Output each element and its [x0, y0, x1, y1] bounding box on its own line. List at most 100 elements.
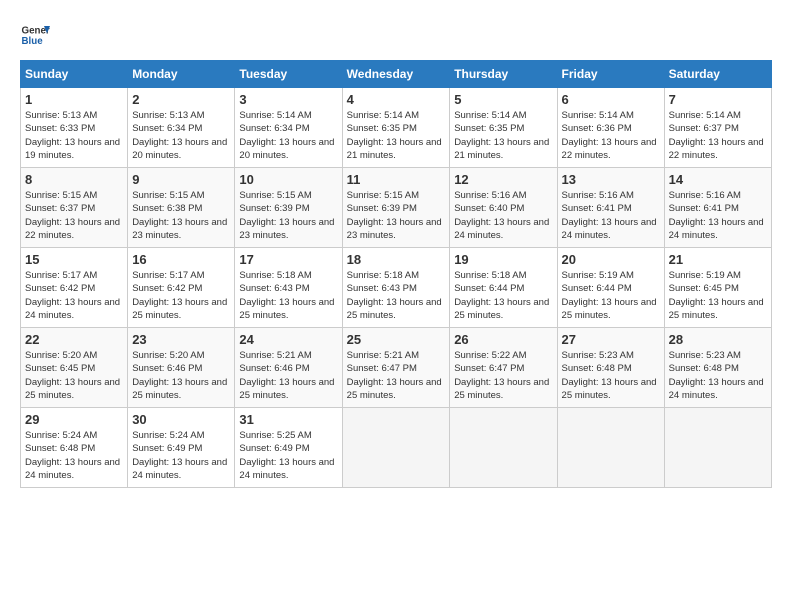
calendar-cell: 31 Sunrise: 5:25 AMSunset: 6:49 PMDaylig… — [235, 408, 342, 488]
calendar-cell: 1 Sunrise: 5:13 AMSunset: 6:33 PMDayligh… — [21, 88, 128, 168]
calendar-week-5: 29 Sunrise: 5:24 AMSunset: 6:48 PMDaylig… — [21, 408, 772, 488]
calendar-week-2: 8 Sunrise: 5:15 AMSunset: 6:37 PMDayligh… — [21, 168, 772, 248]
calendar-cell: 22 Sunrise: 5:20 AMSunset: 6:45 PMDaylig… — [21, 328, 128, 408]
day-info: Sunrise: 5:13 AMSunset: 6:33 PMDaylight:… — [25, 110, 120, 161]
calendar-table: SundayMondayTuesdayWednesdayThursdayFrid… — [20, 60, 772, 488]
day-number: 15 — [25, 252, 123, 267]
day-info: Sunrise: 5:18 AMSunset: 6:43 PMDaylight:… — [347, 270, 442, 321]
calendar-week-4: 22 Sunrise: 5:20 AMSunset: 6:45 PMDaylig… — [21, 328, 772, 408]
day-number: 18 — [347, 252, 446, 267]
day-info: Sunrise: 5:16 AMSunset: 6:40 PMDaylight:… — [454, 190, 549, 241]
day-number: 30 — [132, 412, 230, 427]
calendar-cell: 4 Sunrise: 5:14 AMSunset: 6:35 PMDayligh… — [342, 88, 450, 168]
day-info: Sunrise: 5:25 AMSunset: 6:49 PMDaylight:… — [239, 430, 334, 481]
calendar-cell: 19 Sunrise: 5:18 AMSunset: 6:44 PMDaylig… — [450, 248, 557, 328]
day-number: 16 — [132, 252, 230, 267]
calendar-cell: 29 Sunrise: 5:24 AMSunset: 6:48 PMDaylig… — [21, 408, 128, 488]
logo-icon: General Blue — [20, 20, 50, 50]
calendar-cell: 26 Sunrise: 5:22 AMSunset: 6:47 PMDaylig… — [450, 328, 557, 408]
calendar-cell: 6 Sunrise: 5:14 AMSunset: 6:36 PMDayligh… — [557, 88, 664, 168]
day-number: 28 — [669, 332, 767, 347]
day-number: 22 — [25, 332, 123, 347]
calendar-cell: 12 Sunrise: 5:16 AMSunset: 6:40 PMDaylig… — [450, 168, 557, 248]
day-number: 9 — [132, 172, 230, 187]
day-number: 5 — [454, 92, 552, 107]
calendar-cell: 20 Sunrise: 5:19 AMSunset: 6:44 PMDaylig… — [557, 248, 664, 328]
calendar-cell: 23 Sunrise: 5:20 AMSunset: 6:46 PMDaylig… — [128, 328, 235, 408]
day-info: Sunrise: 5:24 AMSunset: 6:48 PMDaylight:… — [25, 430, 120, 481]
weekday-header-friday: Friday — [557, 61, 664, 88]
calendar-cell: 25 Sunrise: 5:21 AMSunset: 6:47 PMDaylig… — [342, 328, 450, 408]
day-number: 25 — [347, 332, 446, 347]
day-number: 4 — [347, 92, 446, 107]
day-number: 24 — [239, 332, 337, 347]
day-info: Sunrise: 5:15 AMSunset: 6:37 PMDaylight:… — [25, 190, 120, 241]
day-number: 31 — [239, 412, 337, 427]
day-info: Sunrise: 5:13 AMSunset: 6:34 PMDaylight:… — [132, 110, 227, 161]
calendar-cell: 7 Sunrise: 5:14 AMSunset: 6:37 PMDayligh… — [664, 88, 771, 168]
day-info: Sunrise: 5:19 AMSunset: 6:45 PMDaylight:… — [669, 270, 764, 321]
svg-text:Blue: Blue — [22, 36, 44, 47]
calendar-cell: 3 Sunrise: 5:14 AMSunset: 6:34 PMDayligh… — [235, 88, 342, 168]
day-info: Sunrise: 5:16 AMSunset: 6:41 PMDaylight:… — [669, 190, 764, 241]
weekday-header-saturday: Saturday — [664, 61, 771, 88]
calendar-cell: 24 Sunrise: 5:21 AMSunset: 6:46 PMDaylig… — [235, 328, 342, 408]
day-number: 27 — [562, 332, 660, 347]
calendar-cell: 10 Sunrise: 5:15 AMSunset: 6:39 PMDaylig… — [235, 168, 342, 248]
day-info: Sunrise: 5:18 AMSunset: 6:43 PMDaylight:… — [239, 270, 334, 321]
day-info: Sunrise: 5:19 AMSunset: 6:44 PMDaylight:… — [562, 270, 657, 321]
weekday-header-sunday: Sunday — [21, 61, 128, 88]
day-number: 10 — [239, 172, 337, 187]
day-info: Sunrise: 5:15 AMSunset: 6:39 PMDaylight:… — [239, 190, 334, 241]
day-number: 26 — [454, 332, 552, 347]
day-number: 8 — [25, 172, 123, 187]
day-info: Sunrise: 5:20 AMSunset: 6:46 PMDaylight:… — [132, 350, 227, 401]
calendar-cell: 2 Sunrise: 5:13 AMSunset: 6:34 PMDayligh… — [128, 88, 235, 168]
day-number: 17 — [239, 252, 337, 267]
day-info: Sunrise: 5:14 AMSunset: 6:36 PMDaylight:… — [562, 110, 657, 161]
day-info: Sunrise: 5:15 AMSunset: 6:38 PMDaylight:… — [132, 190, 227, 241]
day-info: Sunrise: 5:17 AMSunset: 6:42 PMDaylight:… — [25, 270, 120, 321]
header: General Blue — [20, 20, 772, 50]
day-info: Sunrise: 5:14 AMSunset: 6:35 PMDaylight:… — [454, 110, 549, 161]
day-info: Sunrise: 5:15 AMSunset: 6:39 PMDaylight:… — [347, 190, 442, 241]
day-number: 14 — [669, 172, 767, 187]
calendar-cell — [557, 408, 664, 488]
weekday-header-wednesday: Wednesday — [342, 61, 450, 88]
day-number: 29 — [25, 412, 123, 427]
calendar-cell: 14 Sunrise: 5:16 AMSunset: 6:41 PMDaylig… — [664, 168, 771, 248]
calendar-cell — [664, 408, 771, 488]
calendar-cell: 11 Sunrise: 5:15 AMSunset: 6:39 PMDaylig… — [342, 168, 450, 248]
calendar-cell: 16 Sunrise: 5:17 AMSunset: 6:42 PMDaylig… — [128, 248, 235, 328]
day-number: 7 — [669, 92, 767, 107]
day-info: Sunrise: 5:16 AMSunset: 6:41 PMDaylight:… — [562, 190, 657, 241]
calendar-cell: 5 Sunrise: 5:14 AMSunset: 6:35 PMDayligh… — [450, 88, 557, 168]
calendar-cell: 8 Sunrise: 5:15 AMSunset: 6:37 PMDayligh… — [21, 168, 128, 248]
day-info: Sunrise: 5:17 AMSunset: 6:42 PMDaylight:… — [132, 270, 227, 321]
day-info: Sunrise: 5:24 AMSunset: 6:49 PMDaylight:… — [132, 430, 227, 481]
day-info: Sunrise: 5:23 AMSunset: 6:48 PMDaylight:… — [562, 350, 657, 401]
calendar-cell — [342, 408, 450, 488]
day-number: 6 — [562, 92, 660, 107]
calendar-cell: 17 Sunrise: 5:18 AMSunset: 6:43 PMDaylig… — [235, 248, 342, 328]
day-number: 2 — [132, 92, 230, 107]
calendar-cell: 9 Sunrise: 5:15 AMSunset: 6:38 PMDayligh… — [128, 168, 235, 248]
day-number: 21 — [669, 252, 767, 267]
day-info: Sunrise: 5:14 AMSunset: 6:35 PMDaylight:… — [347, 110, 442, 161]
day-info: Sunrise: 5:21 AMSunset: 6:46 PMDaylight:… — [239, 350, 334, 401]
day-info: Sunrise: 5:22 AMSunset: 6:47 PMDaylight:… — [454, 350, 549, 401]
weekday-header-tuesday: Tuesday — [235, 61, 342, 88]
day-number: 19 — [454, 252, 552, 267]
weekday-header-row: SundayMondayTuesdayWednesdayThursdayFrid… — [21, 61, 772, 88]
calendar-cell: 13 Sunrise: 5:16 AMSunset: 6:41 PMDaylig… — [557, 168, 664, 248]
calendar-cell: 21 Sunrise: 5:19 AMSunset: 6:45 PMDaylig… — [664, 248, 771, 328]
day-info: Sunrise: 5:20 AMSunset: 6:45 PMDaylight:… — [25, 350, 120, 401]
calendar-cell: 28 Sunrise: 5:23 AMSunset: 6:48 PMDaylig… — [664, 328, 771, 408]
day-info: Sunrise: 5:21 AMSunset: 6:47 PMDaylight:… — [347, 350, 442, 401]
day-number: 20 — [562, 252, 660, 267]
day-number: 13 — [562, 172, 660, 187]
logo: General Blue — [20, 20, 54, 50]
day-info: Sunrise: 5:23 AMSunset: 6:48 PMDaylight:… — [669, 350, 764, 401]
calendar-cell — [450, 408, 557, 488]
calendar-cell: 18 Sunrise: 5:18 AMSunset: 6:43 PMDaylig… — [342, 248, 450, 328]
